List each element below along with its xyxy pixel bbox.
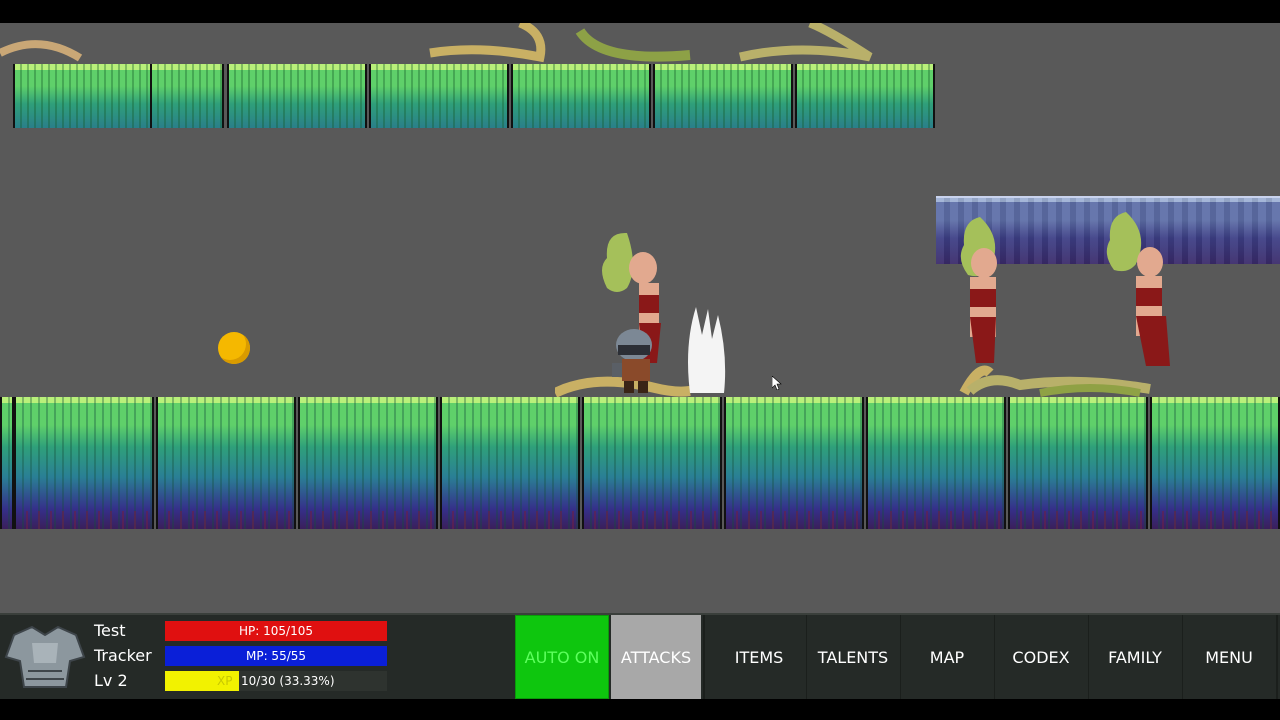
family-button[interactable]: FAMILY xyxy=(1089,615,1181,699)
hero-knight-sprite[interactable] xyxy=(604,323,674,395)
upper-platform-tile xyxy=(511,64,651,128)
gold-coin-icon[interactable] xyxy=(218,332,250,364)
mp-bar: MP: 55/55 xyxy=(165,646,387,666)
upper-platform-tile xyxy=(369,64,509,128)
serpent-tail-sprite xyxy=(0,23,873,63)
hud-bar: Test Tracker Lv 2 HP: 105/105 MP: 55/55 … xyxy=(0,613,1280,699)
xp-tag: XP xyxy=(217,674,233,688)
upper-platform-tile xyxy=(653,64,793,128)
ground-tile xyxy=(1150,397,1280,529)
talents-button[interactable]: TALENTS xyxy=(807,615,899,699)
auto-toggle-button[interactable]: AUTO ON xyxy=(515,615,609,699)
mouse-cursor-icon xyxy=(772,376,782,390)
items-button[interactable]: ITEMS xyxy=(713,615,805,699)
ground-tile xyxy=(440,397,580,529)
attacks-button[interactable]: ATTACKS xyxy=(611,615,701,699)
ground-tile xyxy=(156,397,296,529)
menu-divider xyxy=(703,615,705,699)
menu-divider xyxy=(1276,615,1278,699)
upper-platform-tile xyxy=(13,64,153,128)
xp-bar: XP 10/30 (33.33%) xyxy=(165,671,387,691)
hp-bar: HP: 105/105 xyxy=(165,621,387,641)
player-title: Tracker xyxy=(94,646,152,665)
upper-platform-tile xyxy=(227,64,367,128)
player-name: Test xyxy=(94,621,126,640)
xp-text: 10/30 (33.33%) xyxy=(241,674,335,688)
map-button[interactable]: MAP xyxy=(901,615,993,699)
ground-tile xyxy=(14,397,154,529)
upper-platform-tile xyxy=(795,64,935,128)
ground-tile xyxy=(298,397,438,529)
slash-effect xyxy=(688,307,726,393)
menu-button[interactable]: MENU xyxy=(1183,615,1275,699)
ground-tile xyxy=(582,397,722,529)
hp-text: HP: 105/105 xyxy=(239,624,313,638)
armor-chestplate-icon[interactable] xyxy=(4,623,86,691)
mp-text: MP: 55/55 xyxy=(245,649,307,663)
ground-tile xyxy=(0,397,14,529)
player-level: Lv 2 xyxy=(94,671,128,690)
upper-platform-tile xyxy=(150,64,224,128)
ground-tile xyxy=(724,397,864,529)
game-viewport[interactable] xyxy=(0,23,1280,613)
codex-button[interactable]: CODEX xyxy=(995,615,1087,699)
serpent-tail-sprite xyxy=(966,375,1151,397)
ground-tile xyxy=(1008,397,1148,529)
ground-tile xyxy=(866,397,1006,529)
